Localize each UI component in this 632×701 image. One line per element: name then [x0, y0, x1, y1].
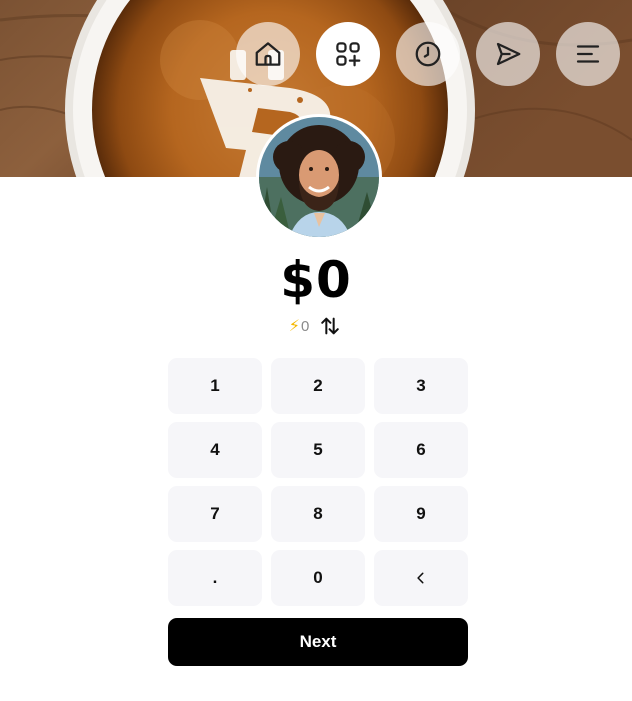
home-icon — [255, 42, 281, 66]
key-3[interactable]: 3 — [374, 358, 468, 414]
key-0[interactable]: 0 — [271, 550, 365, 606]
key-7[interactable]: 7 — [168, 486, 262, 542]
key-6[interactable]: 6 — [374, 422, 468, 478]
next-button[interactable]: Next — [168, 618, 468, 666]
key-2[interactable]: 2 — [271, 358, 365, 414]
receive-page: $0 ⚡ 0 1 2 3 4 5 6 7 8 9 . 0 Next — [0, 0, 632, 701]
swap-arrows-icon — [321, 317, 340, 335]
menu-icon — [576, 45, 600, 63]
sats-row: ⚡ 0 — [0, 313, 632, 339]
key-4[interactable]: 4 — [168, 422, 262, 478]
amount-display: $0 — [280, 251, 352, 309]
home-button[interactable] — [236, 22, 300, 86]
send-button[interactable] — [476, 22, 540, 86]
key-5[interactable]: 5 — [271, 422, 365, 478]
swap-currency-button[interactable] — [317, 313, 343, 339]
backspace-key[interactable] — [374, 550, 468, 606]
numeric-keypad: 1 2 3 4 5 6 7 8 9 . 0 — [168, 358, 468, 606]
avatar — [256, 114, 382, 240]
chevron-left-icon — [417, 572, 424, 584]
sats-amount: ⚡ 0 — [289, 316, 310, 336]
lightning-icon: ⚡ — [288, 318, 300, 335]
key-8[interactable]: 8 — [271, 486, 365, 542]
history-button[interactable] — [396, 22, 460, 86]
key-decimal[interactable]: . — [168, 550, 262, 606]
menu-button[interactable] — [556, 22, 620, 86]
sats-value: 0 — [300, 317, 310, 335]
key-1[interactable]: 1 — [168, 358, 262, 414]
send-icon — [496, 42, 521, 66]
clock-icon — [415, 41, 441, 67]
apps-plus-icon — [336, 42, 361, 67]
apps-button[interactable] — [316, 22, 380, 86]
key-9[interactable]: 9 — [374, 486, 468, 542]
